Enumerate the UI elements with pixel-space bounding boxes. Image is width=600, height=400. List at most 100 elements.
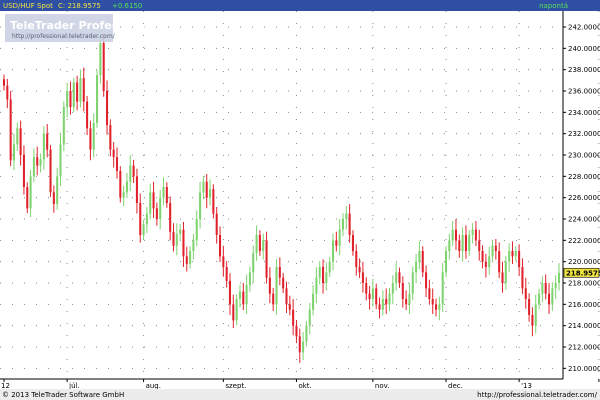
candle-body (165, 187, 168, 203)
candle-body (262, 240, 265, 251)
candle-body (524, 288, 527, 299)
candle-body (29, 176, 32, 209)
y-axis-ticks: 210.0000 212.0000 214.0000 216.0000 218.0000… (563, 24, 600, 373)
plot-area[interactable] (0, 11, 563, 379)
candle-body (199, 192, 202, 219)
candle-body (189, 251, 192, 264)
y-tick-label: 242.0000 (568, 24, 600, 32)
x-tick-label: '13 (521, 382, 532, 390)
candle-body (179, 229, 182, 234)
candle-body (9, 99, 12, 161)
candle-body (66, 91, 69, 107)
candle-body (425, 272, 428, 289)
candle-body (355, 251, 358, 267)
candle-body (378, 304, 381, 310)
candle-body (544, 283, 547, 294)
price-change-label: +0.6150 (112, 2, 142, 10)
x-tick-label: aug. (146, 382, 161, 390)
candle-body (12, 144, 16, 161)
candle-body (488, 256, 491, 267)
candle-body (182, 229, 185, 257)
candle-body (451, 229, 454, 241)
candle-body (52, 192, 55, 205)
candle-body (202, 181, 205, 193)
candle-body (351, 235, 354, 251)
candle-body (72, 82, 75, 107)
candle-body (242, 291, 245, 305)
candle-body (335, 240, 338, 246)
copyright-text: © 2013 TeleTrader Software GmbH (2, 391, 124, 399)
candle-body (302, 341, 305, 353)
y-tick-label: 230.0000 (568, 152, 600, 160)
candle-body (278, 267, 281, 278)
candle-body (245, 285, 248, 305)
y-tick-label: 218.0000 (568, 280, 600, 288)
candle-body (109, 125, 112, 150)
candle-body (398, 272, 401, 283)
y-tick-label: 222.0000 (568, 237, 600, 245)
candlestick-chart[interactable]: USD/HUF Spot C: 218.9575 +0.6150 napontá… (0, 0, 600, 400)
candle-body (125, 181, 128, 193)
candle-body (149, 192, 152, 214)
candle-body (152, 192, 155, 209)
candle-body (49, 149, 52, 193)
candle-body (56, 176, 59, 205)
y-tick-label: 214.0000 (568, 322, 600, 330)
candle-body (122, 192, 125, 198)
candle-body (468, 235, 471, 251)
candle-body (508, 251, 511, 262)
candle-body (361, 272, 364, 283)
candle-body (145, 213, 148, 225)
x-tick-label: júl. (68, 382, 80, 390)
watermark-brand: TeleTrader Professional (10, 19, 155, 32)
candle-body (295, 325, 298, 337)
candle-body (159, 197, 162, 219)
watermark-url: http://professional.teletrader.com/ (12, 33, 116, 40)
candle-body (418, 251, 421, 262)
candle-body (92, 123, 95, 150)
candle-body (205, 181, 208, 198)
candle-body (46, 133, 49, 150)
candle-body (192, 240, 195, 251)
candle-body (16, 128, 19, 145)
candle-body (381, 299, 384, 310)
candle-body (298, 336, 301, 353)
interval-label: napontá (539, 2, 568, 10)
candle-body (484, 261, 487, 267)
candle-body (481, 251, 484, 262)
candle-body (345, 213, 348, 219)
candle-body (435, 304, 438, 310)
candle-body (255, 235, 258, 254)
candle-body (501, 272, 504, 283)
y-tick-label: 210.0000 (568, 365, 600, 373)
candle-body (408, 293, 411, 305)
candle-body (494, 245, 497, 251)
candle-body (228, 280, 232, 305)
y-tick-label: 236.0000 (568, 88, 600, 96)
candle-body (328, 261, 331, 273)
candle-body (36, 157, 39, 166)
y-tick-label: 232.0000 (568, 130, 600, 138)
candle-body (59, 144, 62, 177)
candle-body (305, 325, 308, 342)
candle-body (428, 288, 431, 299)
candle-body (102, 43, 105, 91)
candle-body (521, 267, 524, 289)
candle-body (358, 267, 361, 273)
candle-body (2, 79, 6, 86)
candle-body (511, 251, 514, 257)
candle-body (235, 299, 238, 321)
candle-body (348, 213, 351, 235)
candle-body (79, 78, 82, 102)
candle-body (341, 219, 345, 230)
candle-body (225, 267, 228, 281)
candle-body (62, 107, 65, 145)
candle-body (288, 304, 291, 310)
candle-body (222, 256, 225, 267)
symbol-label: USD/HUF Spot (3, 2, 53, 10)
candle-body (272, 293, 275, 305)
candle-body (119, 171, 122, 198)
candle-body (282, 277, 285, 289)
x-tick-label: okt. (298, 382, 311, 390)
candle-body (209, 189, 212, 198)
